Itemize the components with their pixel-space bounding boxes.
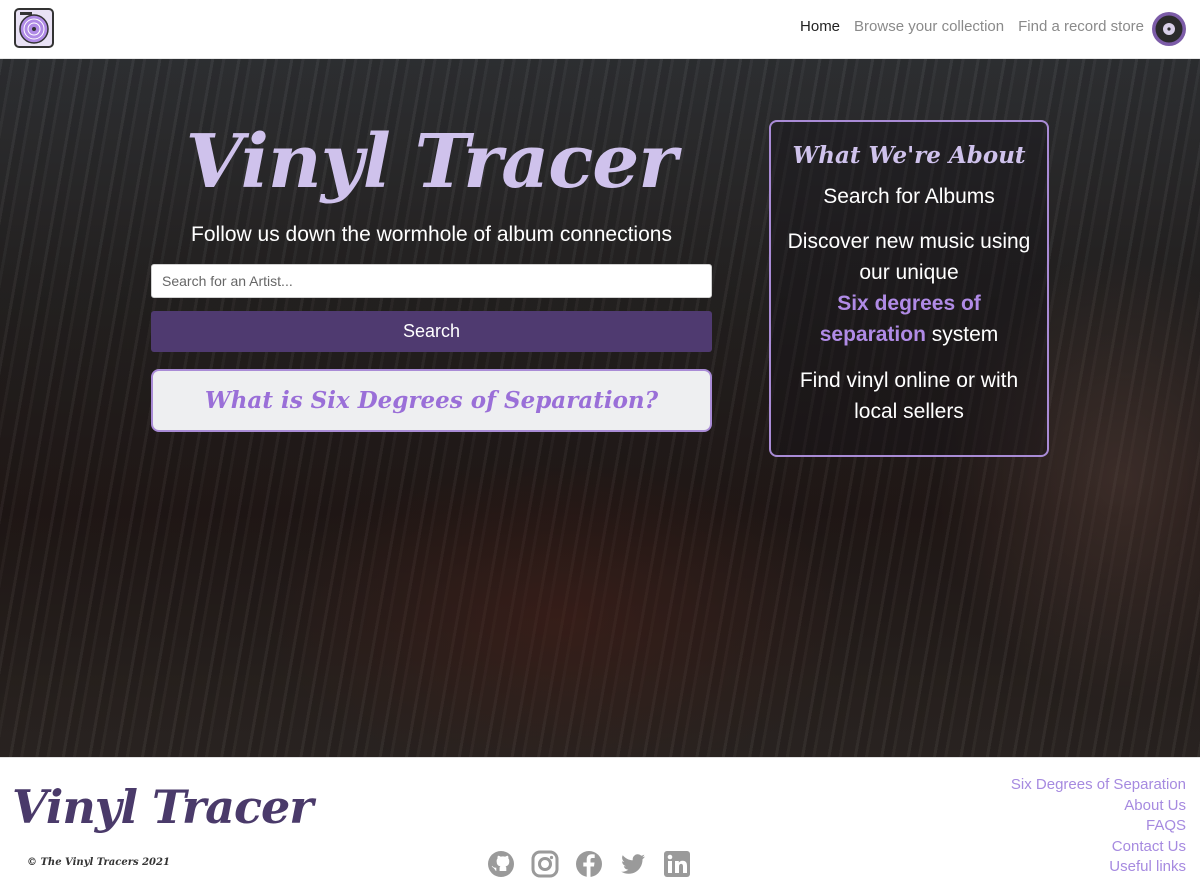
nav-find-record-store[interactable]: Find a record store: [1018, 18, 1144, 35]
facebook-icon[interactable]: [575, 850, 603, 878]
artist-search-input[interactable]: [151, 264, 712, 298]
instagram-icon[interactable]: [531, 850, 559, 878]
nav-browse-collection[interactable]: Browse your collection: [854, 18, 1004, 35]
footer-links: Six Degrees of Separation About Us FAQS …: [1011, 775, 1186, 878]
footer: Vinyl Tracer © The Vinyl Tracers 2021 Si…: [0, 757, 1200, 889]
footer-link-faqs[interactable]: FAQS: [1011, 816, 1186, 837]
turntable-logo-icon[interactable]: [14, 8, 54, 48]
hero-tagline: Follow us down the wormhole of album con…: [191, 223, 672, 246]
about-line-discover: Discover new music using our unique Six …: [771, 226, 1047, 350]
footer-link-contact-us[interactable]: Contact Us: [1011, 837, 1186, 858]
six-degrees-highlight: Six degrees of: [837, 292, 981, 315]
search-button[interactable]: Search: [151, 311, 712, 352]
six-degrees-button[interactable]: What is Six Degrees of Separation?: [151, 369, 712, 432]
navbar: Home Browse your collection Find a recor…: [0, 0, 1200, 59]
social-links: [487, 850, 691, 878]
about-line-system: system: [931, 323, 999, 346]
footer-link-about-us[interactable]: About Us: [1011, 796, 1186, 817]
about-panel: What We're About Search for Albums Disco…: [769, 120, 1049, 457]
github-icon[interactable]: [487, 850, 515, 878]
about-title: What We're About: [792, 142, 1026, 169]
about-line-find-vinyl: Find vinyl online or with local sellers: [799, 369, 1019, 423]
vinyl-record-icon[interactable]: [1151, 11, 1187, 47]
hero-title: Vinyl Tracer: [185, 119, 678, 205]
footer-brand: Vinyl Tracer: [12, 780, 313, 834]
linkedin-icon[interactable]: [663, 850, 691, 878]
about-line-search: Search for Albums: [823, 185, 995, 208]
footer-link-useful-links[interactable]: Useful links: [1011, 857, 1186, 878]
separation-highlight: separation: [819, 323, 926, 346]
footer-link-six-degrees[interactable]: Six Degrees of Separation: [1011, 775, 1186, 796]
twitter-icon[interactable]: [619, 850, 647, 878]
about-line-discover-text: Discover new music using our unique: [787, 230, 1031, 284]
footer-copyright: © The Vinyl Tracers 2021: [27, 857, 170, 868]
nav-links: Home Browse your collection Find a recor…: [800, 18, 1144, 35]
nav-home[interactable]: Home: [800, 18, 840, 35]
hero-section: Vinyl Tracer Follow us down the wormhole…: [0, 59, 1200, 757]
